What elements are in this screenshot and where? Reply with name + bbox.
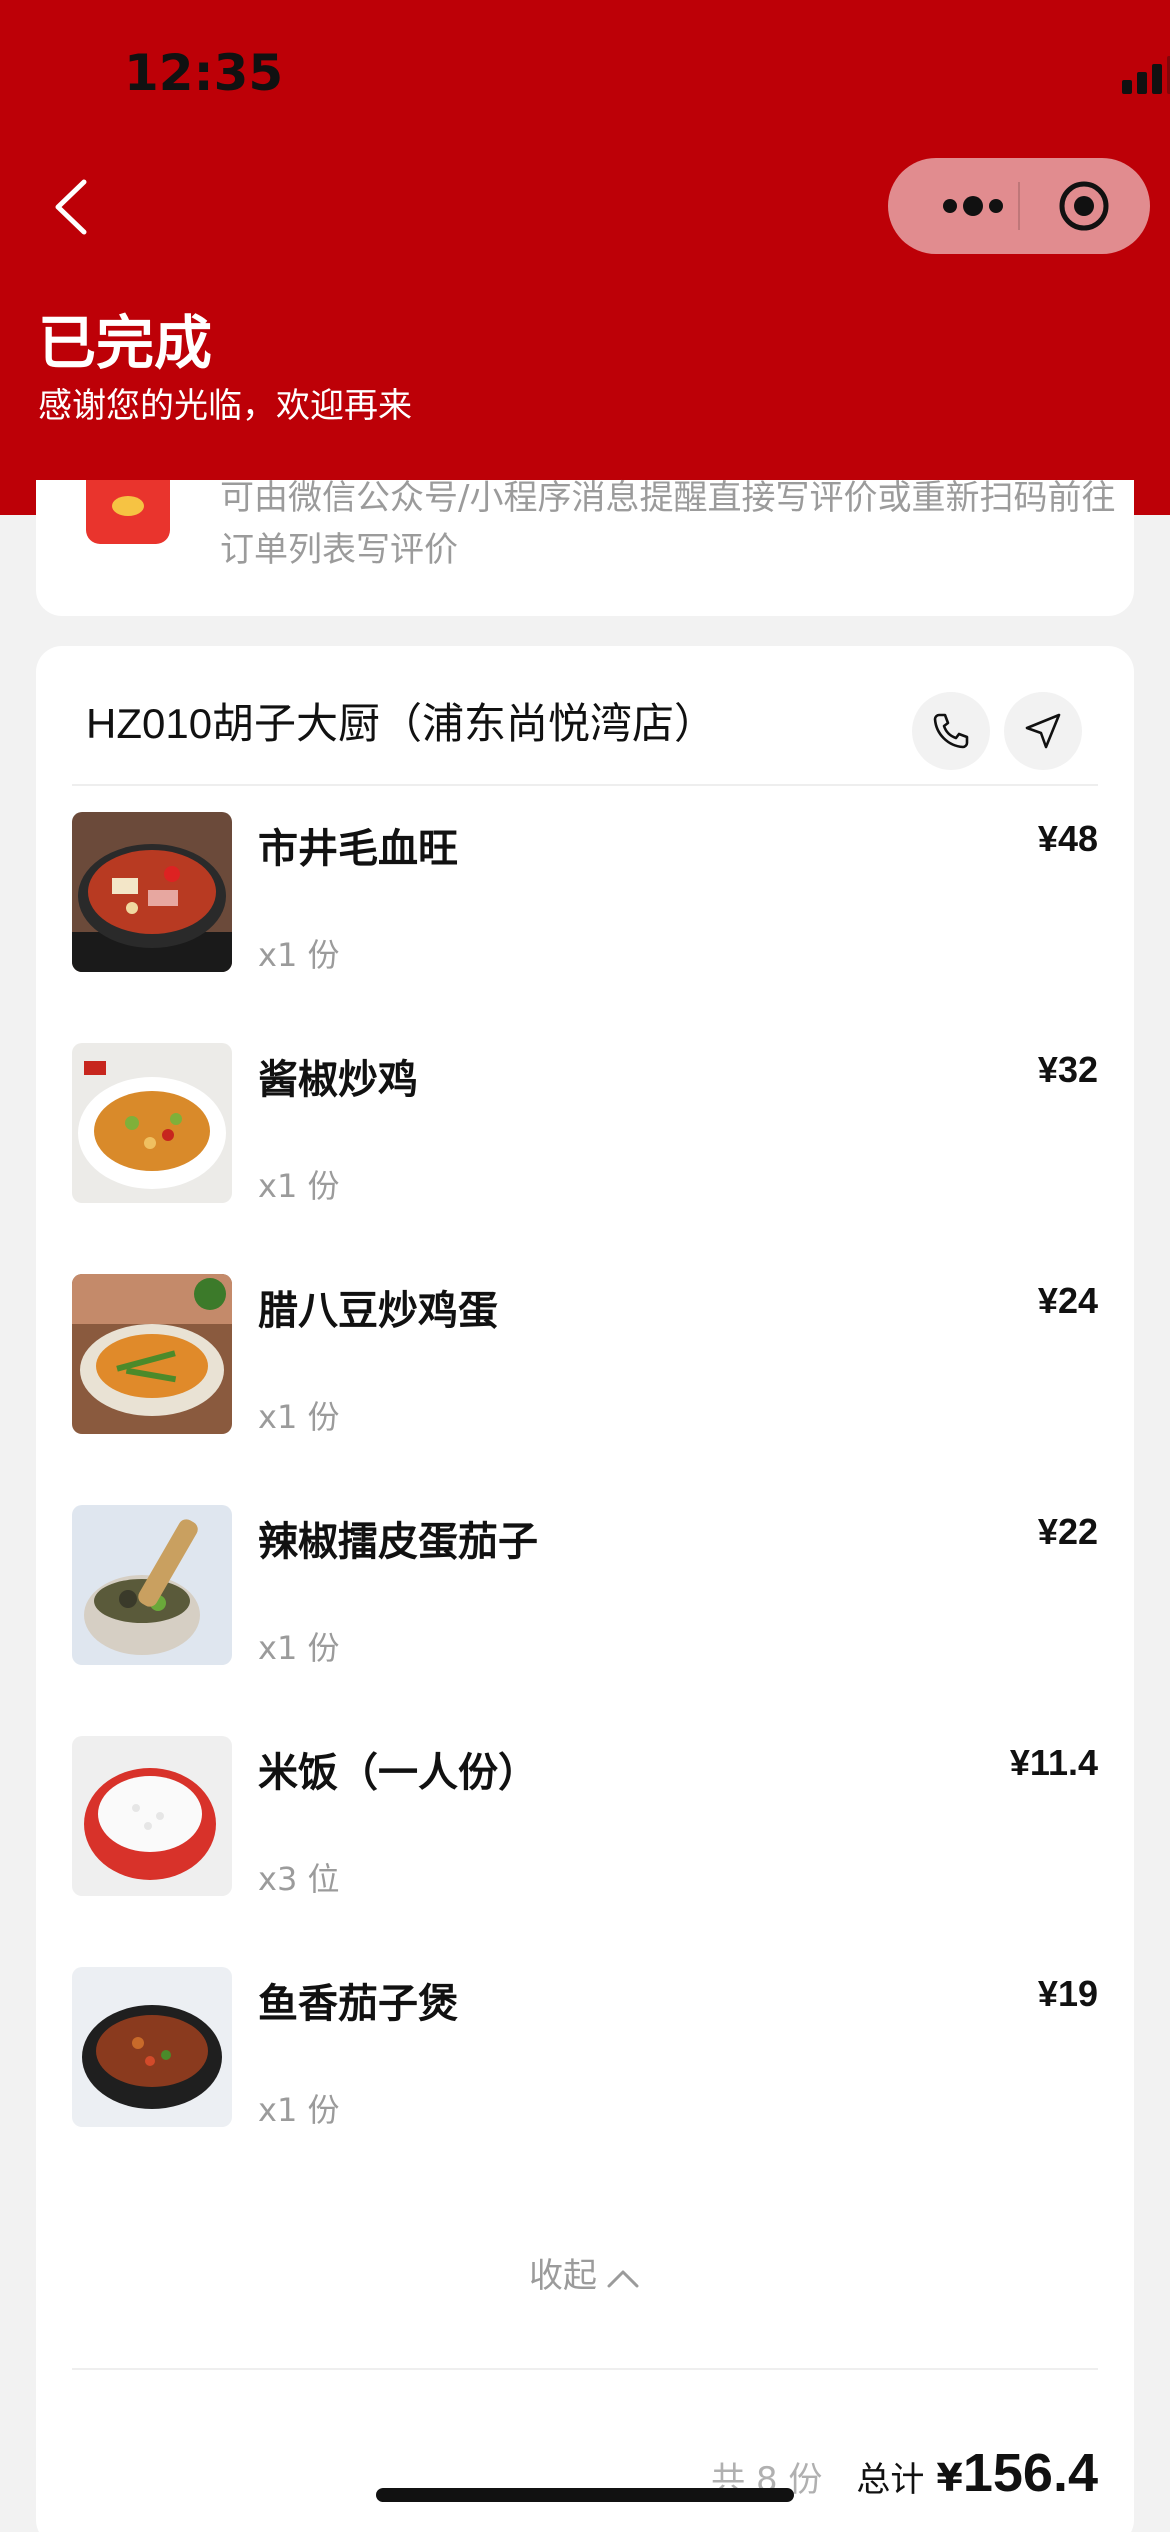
order-item[interactable]: 腊八豆炒鸡蛋 x1 份 ¥24 (72, 1274, 1098, 1436)
dish-price: ¥11.4 (1009, 1742, 1098, 1783)
dish-name: 鱼香茄子煲 (258, 1981, 458, 2027)
dish-name: 米饭（一人份） (258, 1750, 538, 1796)
navigation-arrow-icon (1025, 713, 1061, 749)
navigate-button[interactable] (1004, 692, 1082, 770)
order-item[interactable]: 酱椒炒鸡 x1 份 ¥32 (72, 1043, 1098, 1205)
phone-icon (933, 713, 969, 749)
dish-price: ¥22 (1037, 1511, 1098, 1552)
dish-quantity: x3 位 (258, 1860, 340, 1898)
currency-symbol: ¥ (936, 2456, 963, 2500)
dish-image (72, 1274, 232, 1434)
dish-quantity: x1 份 (258, 1398, 340, 1436)
dish-name: 腊八豆炒鸡蛋 (258, 1288, 498, 1334)
dish-image (72, 1043, 232, 1203)
dish-price: ¥48 (1037, 818, 1098, 859)
order-detail-page: 12:35 86 (0, 0, 1170, 2532)
back-arrow-icon[interactable] (44, 172, 104, 242)
dish-quantity: x1 份 (258, 1629, 340, 1667)
dish-image (72, 812, 232, 972)
header: 12:35 86 (0, 0, 1170, 515)
capsule-divider (1018, 182, 1020, 230)
chevron-up-icon (607, 2270, 639, 2287)
order-card: HZ010胡子大厨（浦东尚悦湾店） 市井毛血旺 x1 份 ¥48 酱椒炒鸡 x1… (36, 646, 1134, 2532)
red-envelope-icon (86, 480, 170, 544)
shop-divider (72, 784, 1098, 786)
review-tip-text: 可由微信公众号/小程序消息提醒直接写评价或重新扫码前往订单列表写评价 (220, 478, 1116, 570)
dish-image (72, 1967, 232, 2127)
mini-program-capsule (888, 158, 1150, 254)
page-title: 已完成 (38, 309, 213, 377)
collapse-label: 收起 (529, 2256, 597, 2296)
dish-image (72, 1505, 232, 1665)
signal-icon (1122, 52, 1170, 100)
dish-price: ¥32 (1037, 1049, 1098, 1090)
review-tip-card: 可由微信公众号/小程序消息提醒直接写评价或重新扫码前往订单列表写评价 (36, 478, 1134, 616)
dish-image (72, 1736, 232, 1896)
total-label: 总计 (856, 2460, 925, 2500)
order-item[interactable]: 鱼香茄子煲 x1 份 ¥19 (72, 1967, 1098, 2129)
close-target-icon[interactable] (1058, 180, 1110, 232)
call-button[interactable] (912, 692, 990, 770)
dish-name: 市井毛血旺 (258, 826, 458, 872)
collapse-button[interactable]: 收起 (36, 2248, 1134, 2297)
dish-quantity: x1 份 (258, 1167, 340, 1205)
dish-quantity: x1 份 (258, 2091, 340, 2129)
order-item[interactable]: 米饭（一人份） x3 位 ¥11.4 (72, 1736, 1098, 1898)
order-item[interactable]: 辣椒擂皮蛋茄子 x1 份 ¥22 (72, 1505, 1098, 1667)
order-item[interactable]: 市井毛血旺 x1 份 ¥48 (72, 812, 1098, 974)
home-indicator (376, 2488, 794, 2502)
shop-name[interactable]: HZ010胡子大厨（浦东尚悦湾店） (86, 690, 716, 751)
more-icon[interactable] (928, 158, 1018, 254)
dish-price: ¥24 (1037, 1280, 1098, 1321)
dish-name: 酱椒炒鸡 (258, 1057, 418, 1103)
dish-name: 辣椒擂皮蛋茄子 (258, 1519, 538, 1565)
page-subtitle: 感谢您的光临，欢迎再来 (38, 386, 412, 426)
status-time: 12:35 (124, 44, 284, 102)
total-amount: 156.4 (962, 2443, 1098, 2503)
dish-price: ¥19 (1037, 1973, 1098, 2014)
dish-quantity: x1 份 (258, 936, 340, 974)
summary-divider (72, 2368, 1098, 2370)
